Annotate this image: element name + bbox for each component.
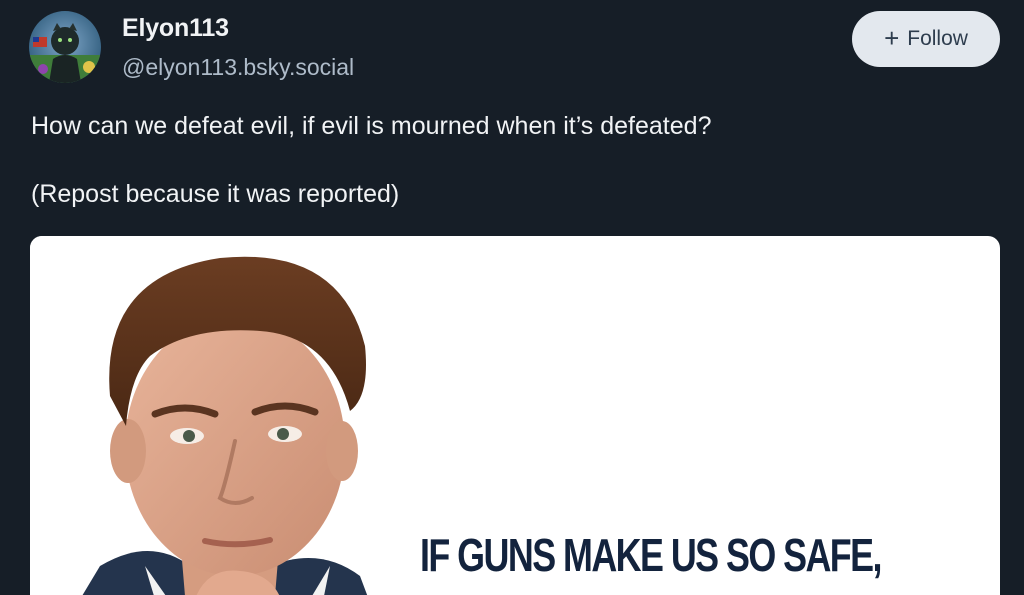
follow-button-label: Follow xyxy=(907,27,968,50)
post-card: Elyon113 @elyon113.bsky.social + Follow … xyxy=(0,0,1024,595)
avatar[interactable] xyxy=(29,11,101,83)
follow-button[interactable]: + Follow xyxy=(852,11,1000,67)
post-text-line-2: (Repost because it was reported) xyxy=(31,180,400,208)
person-photo xyxy=(30,236,430,595)
meme-caption: IF GUNS MAKE US SO SAFE, xyxy=(420,529,883,581)
post-image[interactable]: IF GUNS MAKE US SO SAFE, xyxy=(30,236,1000,595)
post-text-line-1: How can we defeat evil, if evil is mourn… xyxy=(31,112,712,140)
plus-icon: + xyxy=(884,23,900,53)
display-name[interactable]: Elyon113 xyxy=(122,14,229,43)
user-handle[interactable]: @elyon113.bsky.social xyxy=(122,54,354,81)
